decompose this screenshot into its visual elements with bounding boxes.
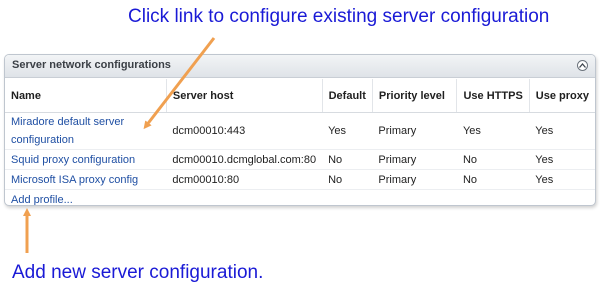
configuration-link-microsoft-isa[interactable]: Microsoft ISA proxy config: [11, 174, 138, 186]
server-network-configurations-panel: Server network configurations Name Serve…: [4, 54, 596, 206]
column-header-priority-level[interactable]: Priority level: [372, 79, 458, 113]
use-https-cell: No: [456, 169, 530, 190]
table-row: Microsoft ISA proxy config dcm00010:80 N…: [5, 169, 595, 190]
default-cell: No: [322, 169, 373, 190]
server-host-cell: dcm00010:80: [166, 169, 323, 190]
annotation-add-new: Add new server configuration.: [12, 262, 264, 283]
use-proxy-cell: Yes: [529, 149, 595, 170]
name-cell: Squid proxy configuration: [5, 149, 167, 170]
column-header-default[interactable]: Default: [322, 79, 373, 113]
panel-header: Server network configurations: [5, 55, 595, 78]
table-row: Squid proxy configuration dcm00010.dcmgl…: [5, 149, 595, 170]
server-host-cell: dcm00010.dcmglobal.com:80: [166, 149, 323, 170]
priority-cell: Primary: [372, 169, 457, 190]
chevron-up-icon: [579, 63, 586, 68]
configuration-link-miradore-default[interactable]: Miradore default server configuration: [11, 116, 124, 146]
use-proxy-cell: Yes: [529, 112, 595, 150]
default-cell: No: [322, 149, 373, 170]
priority-cell: Primary: [372, 149, 457, 170]
panel-title: Server network configurations: [12, 59, 171, 71]
column-header-use-https[interactable]: Use HTTPS: [456, 79, 530, 113]
column-header-server-host[interactable]: Server host: [166, 79, 323, 113]
priority-cell: Primary: [372, 112, 457, 150]
default-cell: Yes: [322, 112, 373, 150]
name-cell: Microsoft ISA proxy config: [5, 169, 167, 190]
server-configurations-table: Name Server host Default Priority level …: [5, 79, 595, 206]
configuration-link-squid-proxy[interactable]: Squid proxy configuration: [11, 154, 135, 166]
add-profile-row: Add profile...: [5, 189, 595, 206]
annotation-configure-existing: Click link to configure existing server …: [128, 6, 550, 27]
use-proxy-cell: Yes: [529, 169, 595, 190]
use-https-cell: No: [456, 149, 530, 170]
column-header-use-proxy[interactable]: Use proxy: [529, 79, 595, 113]
collapse-button[interactable]: [577, 60, 588, 71]
server-host-cell: dcm00010:443: [166, 112, 323, 150]
column-header-name[interactable]: Name: [5, 79, 167, 113]
table-row: Miradore default server configuration dc…: [5, 112, 595, 150]
add-profile-link[interactable]: Add profile...: [11, 194, 73, 206]
add-profile-cell: Add profile...: [5, 189, 595, 206]
use-https-cell: Yes: [456, 112, 530, 150]
name-cell: Miradore default server configuration: [5, 112, 167, 150]
table-header-row: Name Server host Default Priority level …: [5, 79, 595, 113]
screenshot-stage: Click link to configure existing server …: [0, 0, 600, 294]
